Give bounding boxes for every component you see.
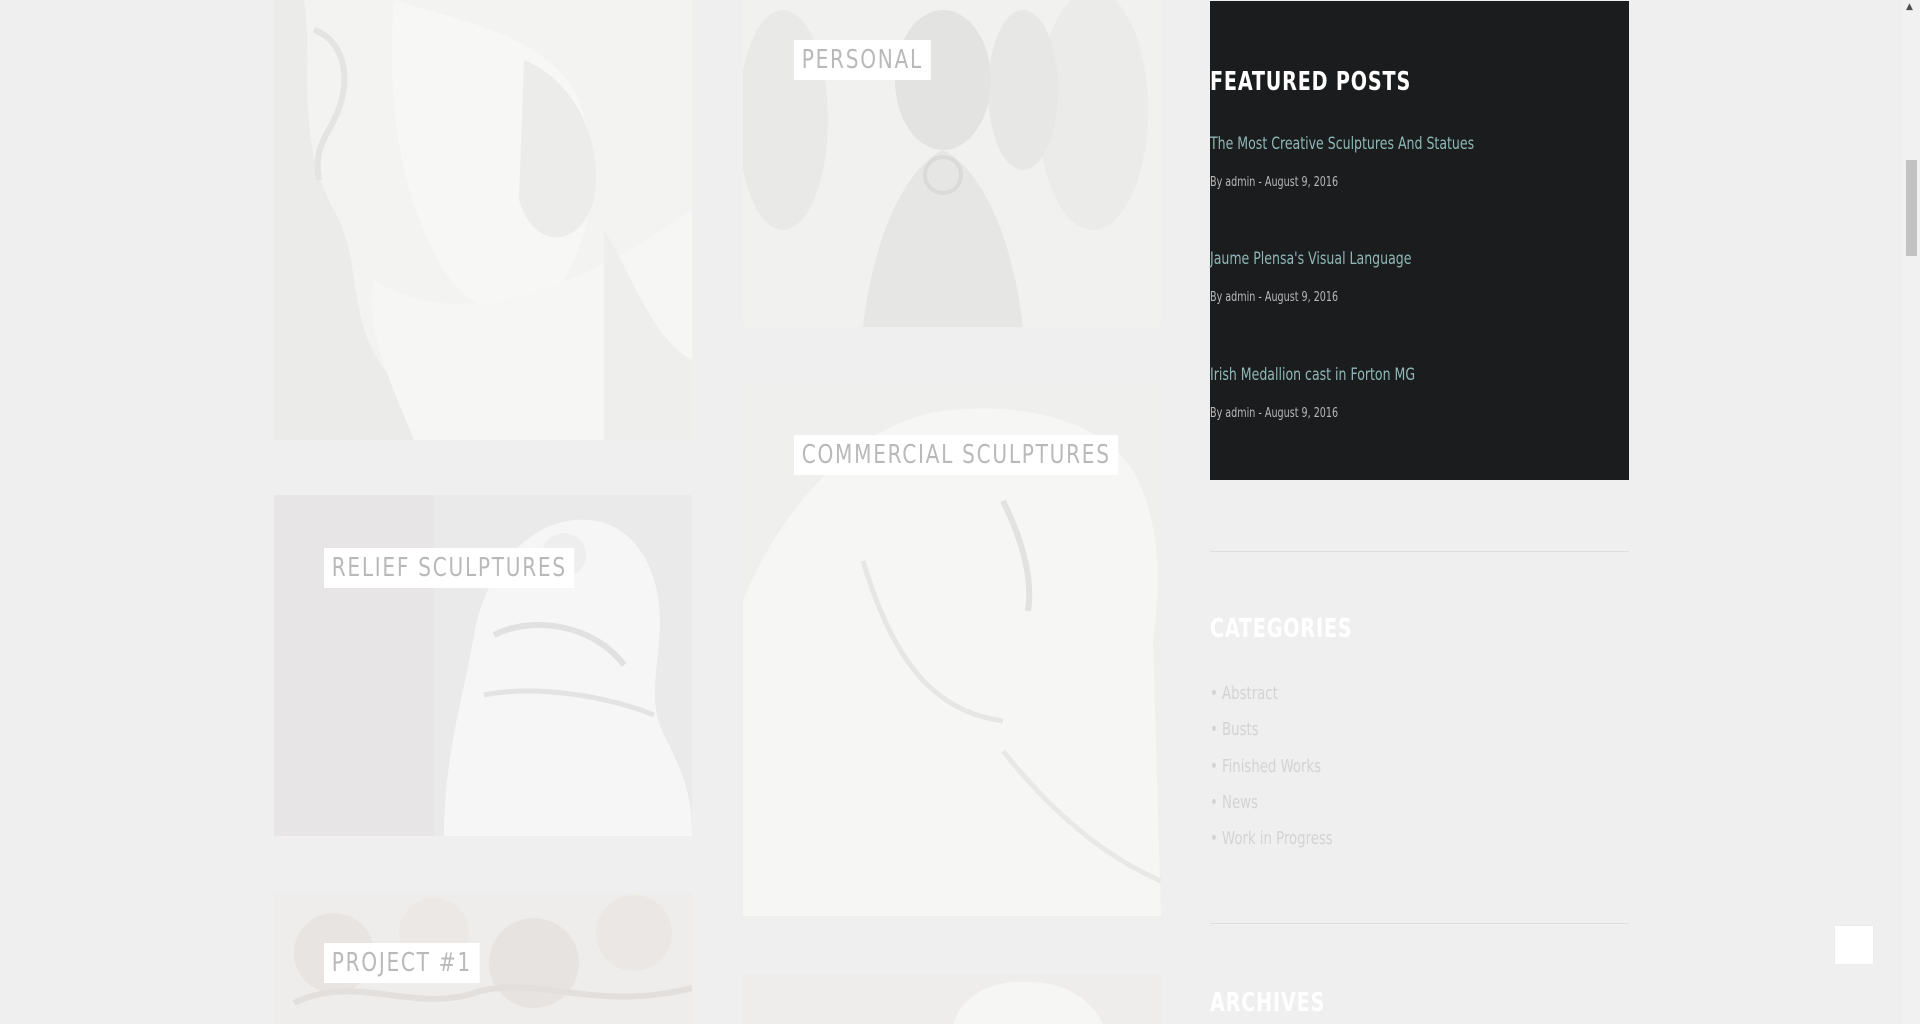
featured-post-meta: By admin - August 9, 2016: [1210, 406, 1339, 421]
archives-title: ARCHIVES: [1210, 988, 1326, 1018]
portfolio-label-project-1: PROJECT #1: [324, 943, 480, 983]
bullet-icon: •: [1210, 719, 1223, 740]
featured-posts-title: FEATURED POSTS: [1210, 67, 1412, 97]
portfolio-tile-personal[interactable]: PERSONAL: [743, 0, 1161, 327]
categories-title: CATEGORIES: [1210, 614, 1353, 644]
category-label: Work in Progress: [1222, 828, 1333, 849]
category-link[interactable]: • Abstract: [1210, 683, 1278, 704]
portfolio-tile-bust[interactable]: [274, 0, 692, 440]
portfolio-tile-project-1[interactable]: PROJECT #1: [274, 893, 692, 1024]
caret-up-icon[interactable]: ▲: [1906, 0, 1913, 14]
bullet-icon: •: [1210, 683, 1223, 704]
featured-posts-widget: FEATURED POSTS The Most Creative Sculptu…: [1210, 1, 1629, 480]
featured-post-meta: By admin - August 9, 2016: [1210, 290, 1339, 305]
bullet-icon: •: [1210, 792, 1223, 813]
bullet-icon: •: [1210, 828, 1223, 849]
category-link[interactable]: • News: [1210, 792, 1258, 813]
bust-sculpture-image: [274, 0, 692, 440]
page-scrollbar[interactable]: ▲: [1903, 0, 1920, 1024]
hands-sculpture-image: [743, 974, 1161, 1024]
back-to-top-button[interactable]: [1834, 925, 1874, 965]
category-link[interactable]: • Busts: [1210, 719, 1259, 740]
category-label: Busts: [1222, 719, 1259, 740]
featured-post-meta: By admin - August 9, 2016: [1210, 175, 1339, 190]
featured-post-title[interactable]: Irish Medallion cast in Forton MG: [1210, 365, 1415, 385]
category-label: Abstract: [1222, 683, 1278, 704]
portfolio-tile-hands[interactable]: [743, 974, 1161, 1024]
sidebar-divider: [1210, 551, 1629, 552]
bullet-icon: •: [1210, 756, 1223, 777]
sidebar-divider: [1210, 923, 1629, 924]
category-link[interactable]: • Work in Progress: [1210, 828, 1333, 849]
portfolio-label-personal: PERSONAL: [794, 40, 931, 80]
category-label: News: [1222, 792, 1258, 813]
featured-post-title[interactable]: The Most Creative Sculptures And Statues: [1210, 134, 1474, 154]
featured-post-title[interactable]: Jaume Plensa's Visual Language: [1210, 249, 1411, 269]
category-label: Finished Works: [1222, 756, 1322, 777]
lion-sculpture-image: [274, 495, 692, 836]
scrollbar-thumb[interactable]: [1906, 160, 1917, 256]
portfolio-label-commercial-sculptures: COMMERCIAL SCULPTURES: [794, 435, 1119, 475]
portfolio-tile-commercial[interactable]: COMMERCIAL SCULPTURES: [743, 381, 1161, 916]
portfolio-label-relief-sculptures: RELIEF SCULPTURES: [324, 548, 575, 588]
portfolio-tile-relief[interactable]: RELIEF SCULPTURES: [274, 495, 692, 836]
category-link[interactable]: • Finished Works: [1210, 756, 1321, 777]
